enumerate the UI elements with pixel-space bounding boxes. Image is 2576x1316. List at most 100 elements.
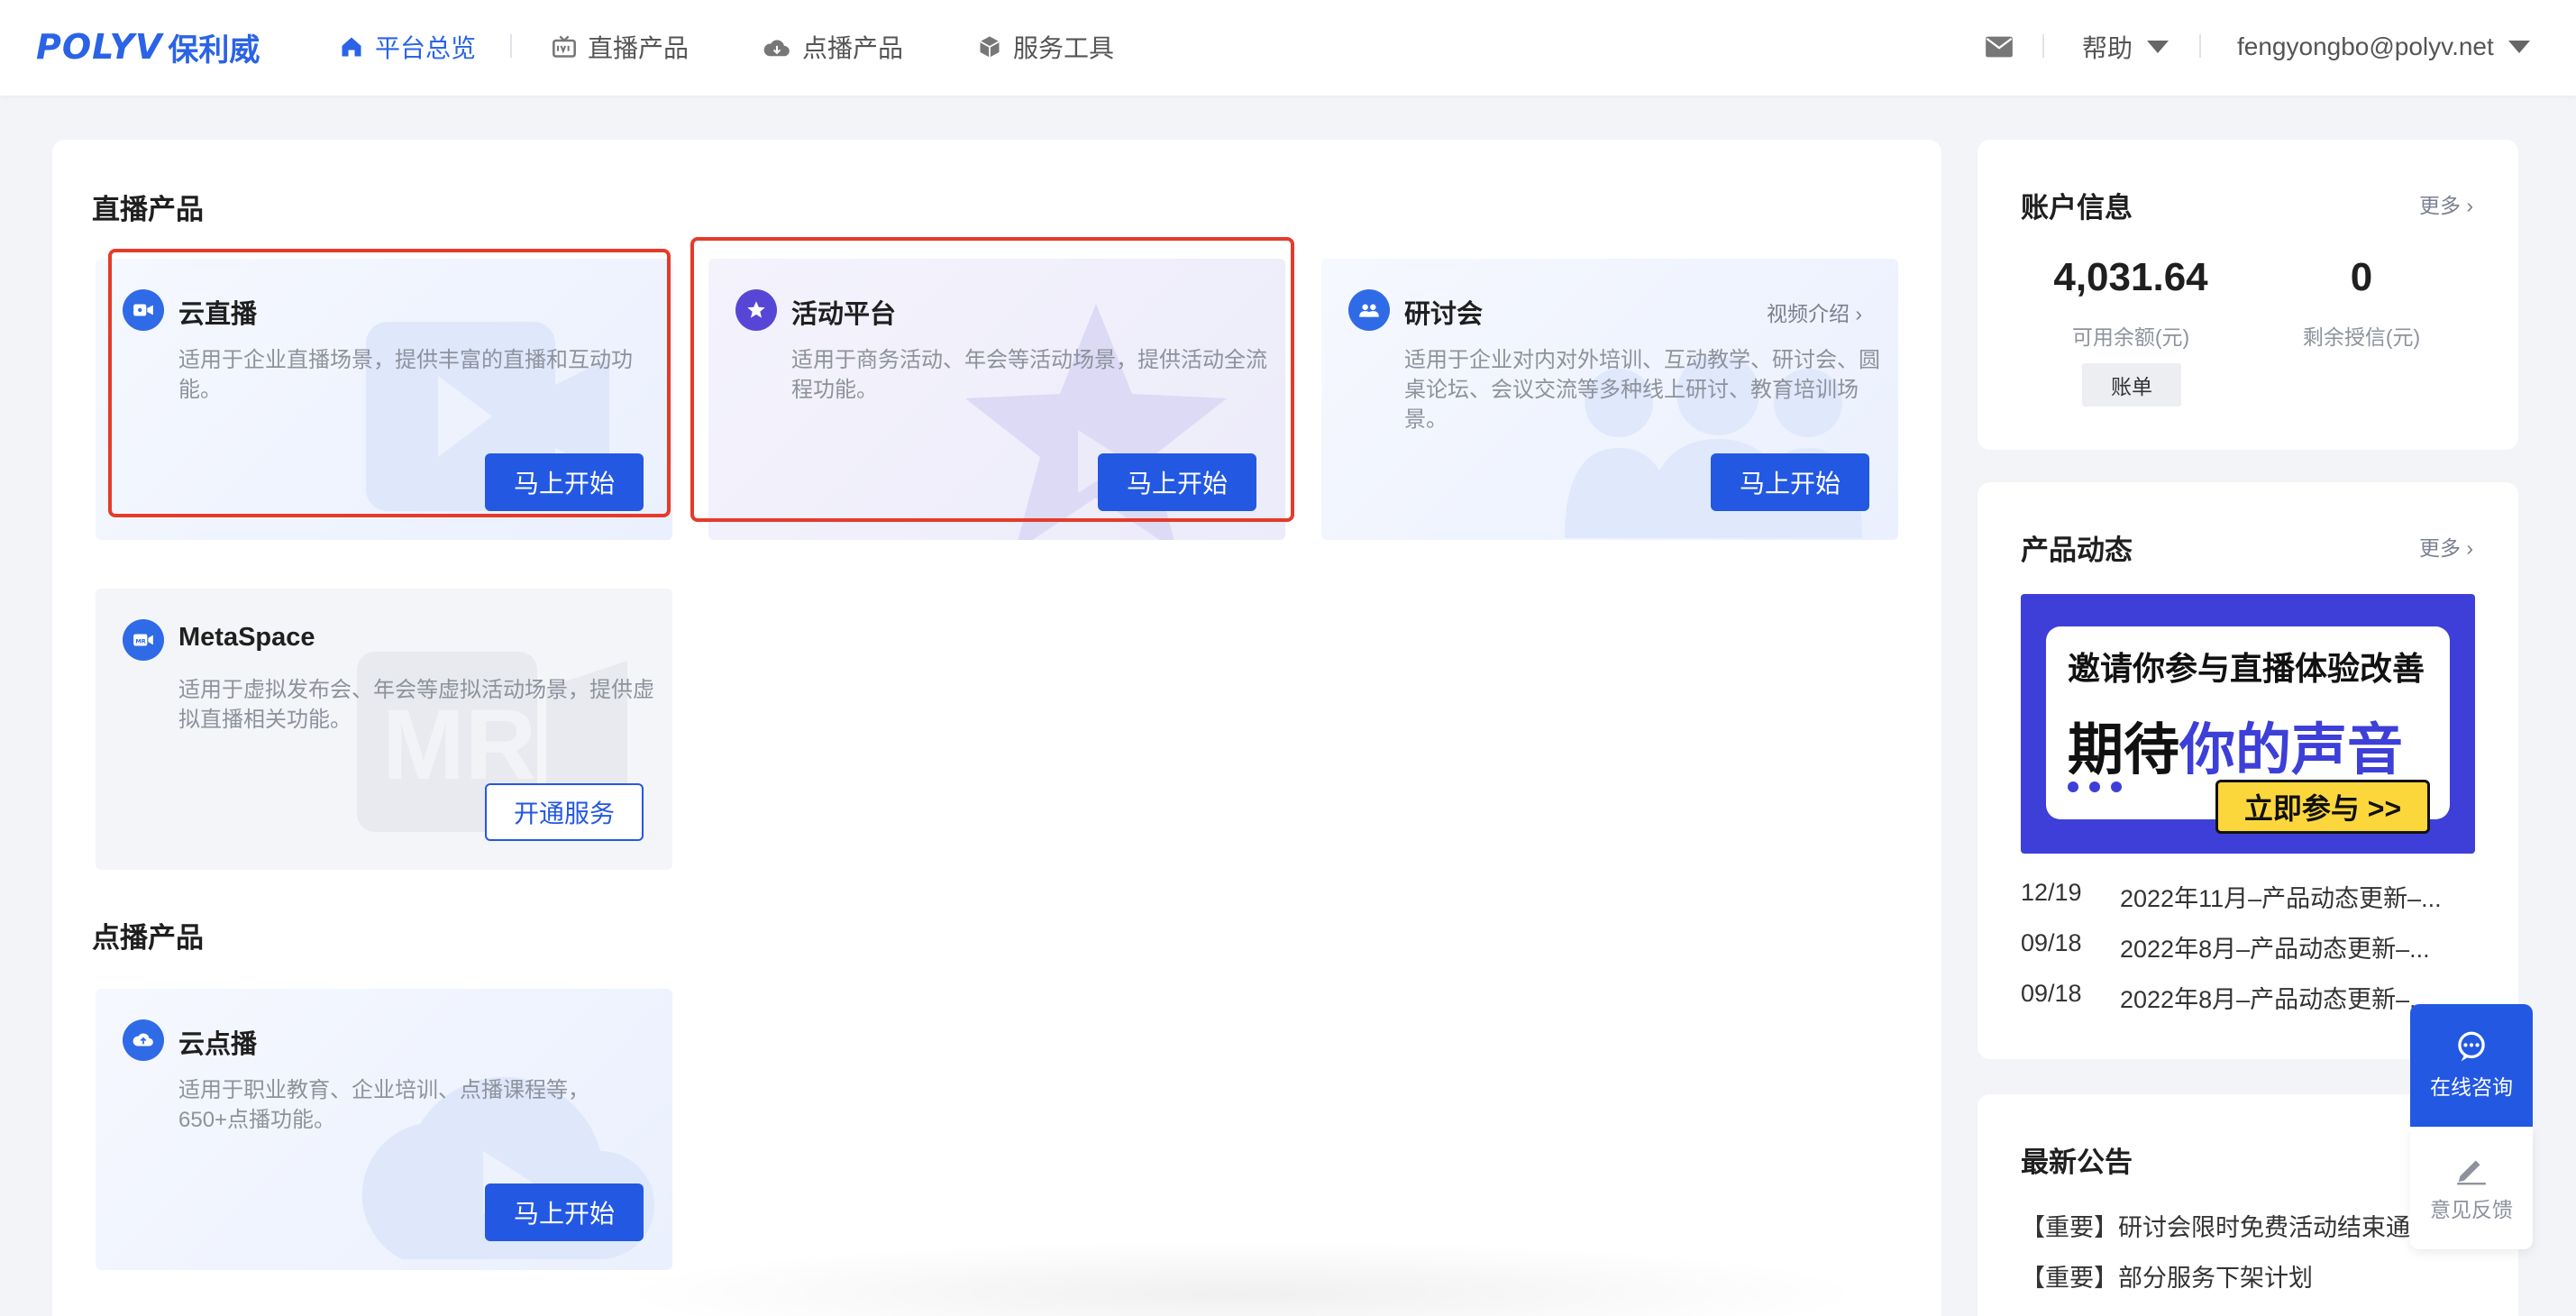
card-seminar[interactable]: 研讨会 视频介绍 › 适用于企业对内对外培训、互动教学、研讨会、圆桌论坛、会议交… <box>1321 259 1898 540</box>
polyv-logo[interactable]: POLYV 保利威 <box>36 27 260 68</box>
activate-service-button[interactable]: 开通服务 <box>485 783 644 841</box>
nav-item-label: 直播产品 <box>588 34 690 62</box>
nav-item-label: 平台总览 <box>375 34 477 62</box>
notices-title: 最新公告 <box>2021 1147 2133 1178</box>
chevron-right-icon: › <box>2466 536 2473 560</box>
cloud-icon <box>763 40 790 57</box>
chevron-right-icon: › <box>1855 302 1862 325</box>
mail-icon <box>1986 36 2013 58</box>
account-info-card: 账户信息 更多 › 4,031.64 可用余额(元) 0 剩余授信(元) 账单 <box>1978 140 2518 450</box>
more-label: 更多 <box>2418 536 2461 560</box>
card-description: 适用于商务活动、年会等活动场景，提供活动全流程功能。 <box>791 348 1267 402</box>
people-icon <box>1348 289 1390 331</box>
news-date: 09/18 <box>2021 929 2082 956</box>
card-metaspace[interactable]: MR MR MetaSpace 适用于虚拟发布会、年会等虚拟活动场景，提供虚拟直… <box>96 589 672 870</box>
news-date: 12/19 <box>2021 879 2082 906</box>
chevron-right-icon: › <box>2466 194 2473 217</box>
video-intro-label: 视频介绍 <box>1766 302 1850 325</box>
nav-item-vod[interactable]: 点播产品 <box>763 27 903 67</box>
news-text: 2022年8月–产品动态更新–... <box>2120 986 2430 1013</box>
card-event-platform[interactable]: 活动平台 适用于商务活动、年会等活动场景，提供活动全流程功能。 马上开始 <box>708 259 1285 540</box>
video-intro-link[interactable]: 视频介绍 › <box>1767 297 1862 327</box>
video-camera-icon <box>123 289 164 331</box>
live-icon <box>553 35 576 58</box>
credit-label: 剩余授信(元) <box>2302 325 2421 349</box>
svg-text:MR: MR <box>135 637 145 644</box>
bill-button[interactable]: 账单 <box>2082 363 2181 407</box>
balance-label: 可用余额(元) <box>2071 325 2190 349</box>
start-button[interactable]: 马上开始 <box>485 453 644 511</box>
nav-divider <box>2042 34 2044 58</box>
bottom-shadow <box>611 1239 1873 1316</box>
card-cloud-vod[interactable]: 云点播 适用于职业教育、企业培训、点播课程等，650+点播功能。 马上开始 <box>96 989 672 1270</box>
home-icon <box>342 37 361 57</box>
feedback-label: 意见反馈 <box>2430 1198 2513 1221</box>
pencil-icon <box>2457 1160 2486 1185</box>
card-title: 活动平台 <box>791 300 897 329</box>
banner-dot <box>2068 781 2078 792</box>
nav-item-live[interactable]: 直播产品 <box>552 27 689 67</box>
card-description: 适用于职业教育、企业培训、点播课程等，650+点播功能。 <box>178 1078 589 1132</box>
account-more-link[interactable]: 更多 › <box>2419 188 2473 219</box>
vod-section-title: 点播产品 <box>92 922 204 954</box>
live-section-title: 直播产品 <box>92 194 204 225</box>
card-description: 适用于企业对内对外培训、互动教学、研讨会、圆桌论坛、会议交流等多种线上研讨、教育… <box>1404 348 1880 432</box>
nav-divider <box>510 34 512 58</box>
news-item[interactable]: 12/19 2022年11月–产品动态更新–... <box>2021 879 2442 914</box>
more-label: 更多 <box>2418 194 2461 217</box>
notice-item[interactable]: 【重要】部分服务下架计划 <box>2021 1258 2313 1293</box>
help-dropdown[interactable]: 帮助 <box>2082 27 2170 67</box>
nav-item-label: 点播产品 <box>802 34 904 62</box>
feedback-button[interactable]: 意见反馈 <box>2410 1127 2533 1249</box>
user-menu[interactable]: fengyongbo@polyv.net <box>2237 27 2530 67</box>
banner-dot <box>2089 781 2100 792</box>
account-info-title: 账户信息 <box>2021 192 2133 224</box>
mail-button[interactable] <box>1985 27 2014 67</box>
mr-icon: MR <box>123 619 164 661</box>
card-description: 适用于企业直播场景，提供丰富的直播和互动功能。 <box>178 348 633 402</box>
product-news-card: 产品动态 更多 › 邀请你参与直播体验改善 期待你的声音 立即参与 >> 12/… <box>1978 482 2518 1059</box>
nav-item-label: 服务工具 <box>1013 34 1115 62</box>
start-button[interactable]: 马上开始 <box>1098 453 1256 511</box>
logo-cn: 保利威 <box>168 32 260 68</box>
card-cloud-live[interactable]: 云直播 适用于企业直播场景，提供丰富的直播和互动功能。 马上开始 <box>96 259 672 540</box>
news-date: 09/18 <box>2021 980 2082 1007</box>
chevron-down-icon <box>2147 41 2170 53</box>
user-email: fengyongbo@polyv.net <box>2237 32 2494 60</box>
logo-mark: POLYV <box>36 27 163 67</box>
banner-cta-button[interactable]: 立即参与 >> <box>2215 780 2430 834</box>
card-description: 适用于虚拟发布会、年会等虚拟活动场景，提供虚拟直播相关功能。 <box>178 678 654 732</box>
top-navigation: POLYV 保利威 平台总览 直播产品 点播产品 服务工具 帮助 fengyon… <box>0 0 2576 96</box>
start-button[interactable]: 马上开始 <box>485 1183 644 1241</box>
banner-subheadline: 期待你的声音 <box>2068 704 2403 785</box>
credit-value: 0 <box>2350 255 2373 299</box>
card-title: MetaSpace <box>178 623 315 652</box>
card-title: 云直播 <box>178 300 258 329</box>
banner-subheadline-highlight: 你的声音 <box>2179 719 2404 781</box>
chat-icon <box>2458 1031 2485 1062</box>
product-news-banner[interactable]: 邀请你参与直播体验改善 期待你的声音 立即参与 >> <box>2021 594 2475 854</box>
main-panel: 直播产品 云直播 适用于企业直播场景，提供丰富的直播和互动功能。 马上开始 活动… <box>52 140 1941 1316</box>
news-text: 2022年11月–产品动态更新–... <box>2120 885 2442 912</box>
banner-dot <box>2111 781 2122 792</box>
card-title: 研讨会 <box>1404 300 1484 329</box>
help-label: 帮助 <box>2082 34 2133 62</box>
news-text: 2022年8月–产品动态更新–... <box>2120 936 2430 963</box>
nav-item-tools[interactable]: 服务工具 <box>977 27 1114 67</box>
star-icon <box>735 289 777 331</box>
notice-item[interactable]: 【重要】研讨会限时免费活动结束通 <box>2021 1208 2410 1243</box>
product-news-title: 产品动态 <box>2021 535 2133 566</box>
online-consult-label: 在线咨询 <box>2430 1075 2513 1099</box>
nav-divider <box>2199 34 2201 58</box>
news-more-link[interactable]: 更多 › <box>2419 531 2473 562</box>
box-icon <box>980 36 1000 58</box>
news-item[interactable]: 09/18 2022年8月–产品动态更新–... <box>2021 929 2430 964</box>
banner-headline: 邀请你参与直播体验改善 <box>2068 650 2425 687</box>
nav-item-overview[interactable]: 平台总览 <box>339 27 476 67</box>
cloud-upload-icon <box>123 1019 164 1061</box>
banner-subheadline-prefix: 期待 <box>2068 719 2180 781</box>
chevron-down-icon <box>2507 41 2530 53</box>
online-consult-button[interactable]: 在线咨询 <box>2410 1004 2533 1127</box>
start-button[interactable]: 马上开始 <box>1711 453 1869 511</box>
news-item[interactable]: 09/18 2022年8月–产品动态更新–... <box>2021 980 2430 1015</box>
